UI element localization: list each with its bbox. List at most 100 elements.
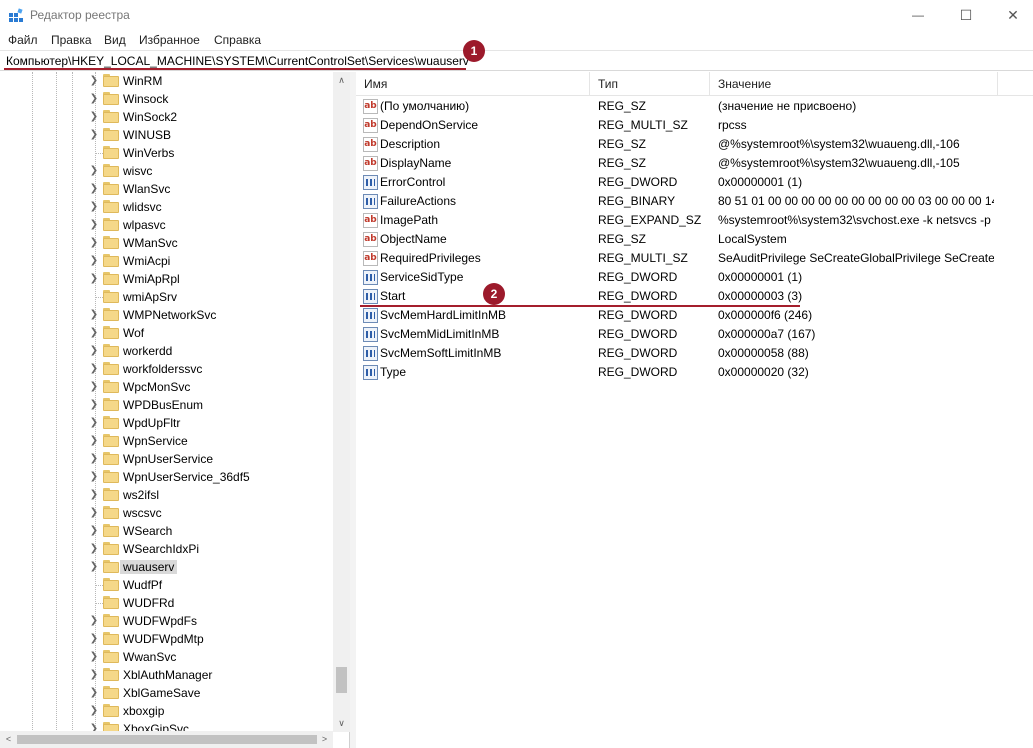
table-row[interactable]: ab DependOnService REG_MULTI_SZ rpcss xyxy=(356,116,1033,135)
chevron-right-icon[interactable]: ❯ xyxy=(88,344,100,358)
tree-item[interactable]: ❯ WpdUpFltr xyxy=(0,414,335,432)
tree-item[interactable]: ❯ wlpasvc xyxy=(0,216,335,234)
tree-item[interactable]: ❯ WpnService xyxy=(0,432,335,450)
tree-item[interactable]: ❯ WManSvc xyxy=(0,234,335,252)
tree-vertical-scroll-thumb[interactable] xyxy=(336,667,347,693)
tree-item[interactable]: ❯ WMPNetworkSvc xyxy=(0,306,335,324)
chevron-right-icon[interactable]: ❯ xyxy=(88,380,100,394)
tree-horizontal-scroll-thumb[interactable] xyxy=(17,735,317,744)
table-row[interactable]: ab (По умолчанию) REG_SZ (значение не присв… xyxy=(356,97,1033,116)
tree-vertical-scrollbar[interactable]: ∧ ∨ xyxy=(333,72,350,732)
table-row[interactable]: Start REG_DWORD 0x00000003 (3) xyxy=(356,287,1033,306)
chevron-right-icon[interactable]: ❯ xyxy=(88,218,100,232)
chevron-right-icon[interactable]: ❯ xyxy=(88,326,100,340)
chevron-right-icon[interactable]: ❯ xyxy=(88,74,100,88)
tree-item[interactable]: ❯ WinSock2 xyxy=(0,108,335,126)
tree-item[interactable]: ❯ WpcMonSvc xyxy=(0,378,335,396)
tree-item[interactable]: ❯ wlidsvc xyxy=(0,198,335,216)
tree-item[interactable]: ❯ wscsvc xyxy=(0,504,335,522)
tree-item[interactable]: ❯ XblAuthManager xyxy=(0,666,335,684)
table-row[interactable]: ab ObjectName REG_SZ LocalSystem xyxy=(356,230,1033,249)
scroll-up-icon[interactable]: ∧ xyxy=(333,72,350,89)
chevron-right-icon[interactable]: ❯ xyxy=(88,650,100,664)
tree-item[interactable]: ❯ wuauserv xyxy=(0,558,335,576)
chevron-right-icon[interactable]: ❯ xyxy=(88,632,100,646)
column-header-data[interactable]: Значение xyxy=(710,72,998,96)
table-row[interactable]: SvcMemHardLimitInMB REG_DWORD 0x000000f6 (… xyxy=(356,306,1033,325)
scroll-right-icon[interactable]: > xyxy=(316,731,333,748)
column-header-name[interactable]: Имя xyxy=(356,72,590,96)
tree-item[interactable]: wmiApSrv xyxy=(0,288,335,306)
chevron-right-icon[interactable]: ❯ xyxy=(88,254,100,268)
chevron-right-icon[interactable]: ❯ xyxy=(88,686,100,700)
tree-item[interactable]: WudfPf xyxy=(0,576,335,594)
chevron-right-icon[interactable]: ❯ xyxy=(88,452,100,466)
chevron-right-icon[interactable]: ❯ xyxy=(88,362,100,376)
column-header-type[interactable]: Тип xyxy=(590,72,710,96)
chevron-right-icon[interactable]: ❯ xyxy=(88,668,100,682)
chevron-right-icon[interactable]: ❯ xyxy=(88,164,100,178)
chevron-right-icon[interactable]: ❯ xyxy=(88,110,100,124)
chevron-right-icon[interactable]: ❯ xyxy=(88,488,100,502)
table-row[interactable]: ServiceSidType REG_DWORD 0x00000001 (1) xyxy=(356,268,1033,287)
tree-item[interactable]: ❯ ws2ifsl xyxy=(0,486,335,504)
tree-item[interactable]: ❯ Wof xyxy=(0,324,335,342)
tree-item[interactable]: ❯ Winsock xyxy=(0,90,335,108)
tree-item[interactable]: WinVerbs xyxy=(0,144,335,162)
chevron-right-icon[interactable]: ❯ xyxy=(88,524,100,538)
chevron-right-icon[interactable]: ❯ xyxy=(88,470,100,484)
table-row[interactable]: ab ImagePath REG_EXPAND_SZ %systemroot%\sys… xyxy=(356,211,1033,230)
tree-item[interactable]: WUDFRd xyxy=(0,594,335,612)
table-row[interactable]: ab RequiredPrivileges REG_MULTI_SZ SeAuditP… xyxy=(356,249,1033,268)
chevron-right-icon[interactable]: ❯ xyxy=(88,200,100,214)
chevron-right-icon[interactable]: ❯ xyxy=(88,182,100,196)
tree-item[interactable]: ❯ WmiAcpi xyxy=(0,252,335,270)
menu-file[interactable]: Файл xyxy=(8,33,38,47)
table-row[interactable]: SvcMemMidLimitInMB REG_DWORD 0x000000a7 (1… xyxy=(356,325,1033,344)
chevron-right-icon[interactable]: ❯ xyxy=(88,416,100,430)
tree-item[interactable]: ❯ WSearchIdxPi xyxy=(0,540,335,558)
tree-item[interactable]: ❯ WpnUserService xyxy=(0,450,335,468)
tree-item[interactable]: ❯ xboxgip xyxy=(0,702,335,720)
chevron-right-icon[interactable]: ❯ xyxy=(88,308,100,322)
table-row[interactable]: ErrorControl REG_DWORD 0x00000001 (1) xyxy=(356,173,1033,192)
scroll-left-icon[interactable]: < xyxy=(0,731,17,748)
tree-item[interactable]: ❯ WINUSB xyxy=(0,126,335,144)
menu-favorites[interactable]: Избранное xyxy=(139,33,200,47)
table-row[interactable]: FailureActions REG_BINARY 80 51 01 00 00 0… xyxy=(356,192,1033,211)
address-path[interactable]: Компьютер\HKEY_LOCAL_MACHINE\SYSTEM\Curr… xyxy=(6,54,469,68)
menu-help[interactable]: Справка xyxy=(214,33,261,47)
tree-item[interactable]: ❯ WlanSvc xyxy=(0,180,335,198)
tree-item[interactable]: ❯ workfolderssvc xyxy=(0,360,335,378)
tree-item[interactable]: ❯ WUDFWpdMtp xyxy=(0,630,335,648)
chevron-right-icon[interactable]: ❯ xyxy=(88,236,100,250)
tree-item[interactable]: ❯ WPDBusEnum xyxy=(0,396,335,414)
tree-item[interactable]: ❯ WpnUserService_36df5 xyxy=(0,468,335,486)
minimize-button[interactable]: — xyxy=(895,0,941,30)
chevron-right-icon[interactable]: ❯ xyxy=(88,398,100,412)
table-row[interactable]: ab DisplayName REG_SZ @%systemroot%\system3… xyxy=(356,154,1033,173)
chevron-right-icon[interactable]: ❯ xyxy=(88,560,100,574)
tree-item[interactable]: ❯ WmiApRpl xyxy=(0,270,335,288)
table-row[interactable]: ab Description REG_SZ @%systemroot%\system3… xyxy=(356,135,1033,154)
tree-horizontal-scrollbar[interactable]: < > xyxy=(0,731,333,748)
chevron-right-icon[interactable]: ❯ xyxy=(88,434,100,448)
table-row[interactable]: Type REG_DWORD 0x00000020 (32) xyxy=(356,363,1033,382)
chevron-right-icon[interactable]: ❯ xyxy=(88,506,100,520)
chevron-right-icon[interactable]: ❯ xyxy=(88,272,100,286)
table-row[interactable]: SvcMemSoftLimitInMB REG_DWORD 0x00000058 (… xyxy=(356,344,1033,363)
tree-item[interactable]: ❯ WwanSvc xyxy=(0,648,335,666)
close-button[interactable]: ✕ xyxy=(990,0,1033,30)
menu-view[interactable]: Вид xyxy=(104,33,126,47)
tree-item[interactable]: ❯ workerdd xyxy=(0,342,335,360)
tree-item[interactable]: ❯ XblGameSave xyxy=(0,684,335,702)
scroll-down-icon[interactable]: ∨ xyxy=(333,715,350,732)
tree-item[interactable]: ❯ WUDFWpdFs xyxy=(0,612,335,630)
tree-item[interactable]: ❯ WinRM xyxy=(0,72,335,90)
tree-item[interactable]: ❯ WSearch xyxy=(0,522,335,540)
chevron-right-icon[interactable]: ❯ xyxy=(88,704,100,718)
chevron-right-icon[interactable]: ❯ xyxy=(88,542,100,556)
maximize-button[interactable]: ☐ xyxy=(943,0,989,30)
chevron-right-icon[interactable]: ❯ xyxy=(88,92,100,106)
menu-edit[interactable]: Правка xyxy=(51,33,92,47)
